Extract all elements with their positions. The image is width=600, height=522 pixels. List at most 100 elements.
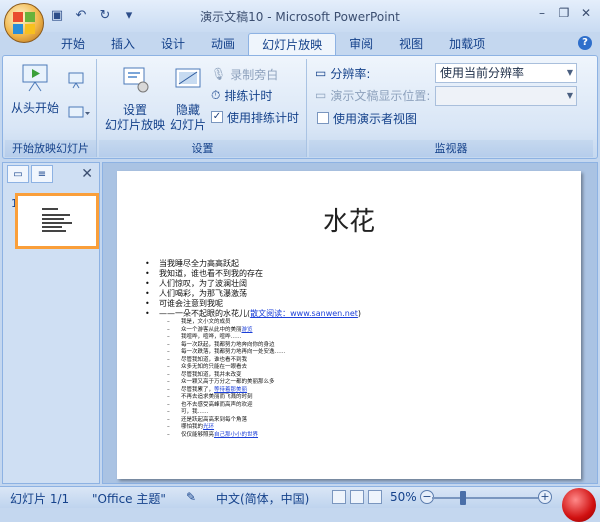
zoom-in-icon[interactable]: + — [538, 490, 552, 504]
sub-bullet-item: – 我是，文小文的成员 — [167, 319, 231, 325]
sub-bullet-item: – 还是跃起高高来到每个角落 — [167, 416, 248, 423]
outline-icon: ≡ — [37, 168, 47, 180]
hyperlink[interactable]: 散文阅读：www.sanwen.net — [250, 309, 358, 318]
current-slide-icon[interactable] — [67, 71, 85, 89]
tab-home[interactable]: 开始 — [48, 33, 98, 55]
minimize-button[interactable]: – — [532, 4, 552, 22]
hide-slide-icon — [175, 68, 201, 88]
chevron-down-icon: ▼ — [566, 68, 573, 77]
sub-bullet-item: – 尽管我知道，谁也看不到我 — [167, 356, 248, 363]
resolution-dropdown[interactable]: 使用当前分辨率 ▼ — [435, 63, 577, 83]
zoom-slider-track[interactable] — [432, 497, 538, 499]
rehearse-timings-button[interactable]: ⏱ 排练计时 — [211, 86, 272, 104]
sub-bullet-item: – 也不去感受高峰而高声的欢迎 — [167, 401, 253, 408]
sub-bullet-item: – 哪怕我的光环 — [167, 424, 215, 430]
clock-icon: ⏱ — [211, 87, 221, 102]
hide-slide-button[interactable]: 隐藏 幻灯片 — [163, 65, 213, 133]
use-rehearsed-timings-checkbox[interactable]: ✓ 使用排练计时 — [211, 108, 299, 126]
sub-bullet-item: – 可，我…… — [167, 409, 209, 415]
projector-screen-icon — [22, 64, 48, 92]
office-logo-icon — [13, 12, 35, 34]
slide-body[interactable]: • 当我睡尽全力高高跃起 • 我知道，谁也看不到我的存在 • 人们惊叹，为了波澜壮阔 … — [145, 259, 565, 439]
ribbon: 从头开始 开始放映幻灯片 设置 幻灯片放映 隐藏 幻灯片 🎙 录制旁白 ⏱ 排练… — [2, 55, 598, 159]
group-label-setup: 设置 — [99, 140, 306, 157]
checkbox-unchecked[interactable] — [317, 112, 329, 124]
close-button[interactable]: ✕ — [576, 4, 596, 22]
sub-bullet-item: – 每一次跃起，我都努力地奔向你的身边 — [167, 341, 275, 348]
group-label-monitors: 监视器 — [309, 140, 593, 157]
hyperlink[interactable]: 自己那小小的世界 — [214, 432, 258, 438]
group-start-slideshow: 从头开始 开始放映幻灯片 — [5, 59, 97, 157]
tab-insert[interactable]: 插入 — [98, 33, 148, 55]
sub-bullet-item: – 众一个游客从此中的美丽游览 — [167, 326, 253, 333]
tab-addins[interactable]: 加载项 — [436, 33, 498, 55]
setup-show-icon — [123, 67, 149, 93]
zoom-slider-thumb[interactable] — [460, 491, 466, 505]
window-controls: – ❐ ✕ — [532, 4, 596, 22]
tab-design[interactable]: 设计 — [148, 33, 198, 55]
hyperlink[interactable]: 等待着那美丽 — [214, 387, 247, 393]
slides-pane: ▭ ≡ ✕ 1 — [2, 162, 100, 484]
from-beginning-button[interactable]: 从头开始 — [9, 63, 61, 116]
sub-bullet-item: – 我喧哗，喧哗，喧哗…… — [167, 334, 242, 340]
bullet-item: • ——一朵不起眼的水花儿(散文阅读：www.sanwen.net) — [145, 309, 362, 318]
sub-bullet-item: – 仅仅能够照亮自己那小小的世界 — [167, 431, 259, 438]
presenter-view-checkbox[interactable]: 使用演示者视图 — [317, 109, 417, 127]
office-button[interactable] — [4, 3, 44, 43]
setup-slideshow-button[interactable]: 设置 幻灯片放映 — [103, 65, 167, 133]
slide-thumbnail[interactable] — [15, 193, 99, 249]
slide-title[interactable]: 水花 — [117, 201, 581, 238]
close-pane-icon[interactable]: ✕ — [81, 166, 93, 182]
chevron-down-icon: ▼ — [566, 91, 573, 100]
bullet-item: • 当我睡尽全力高高跃起 — [145, 259, 239, 268]
custom-show-icon[interactable] — [67, 105, 91, 123]
sub-bullet-item: – 众一颗又高于万分之一都的美丽那么多 — [167, 379, 275, 385]
maximize-button[interactable]: ❐ — [554, 4, 574, 22]
outline-tab[interactable]: ≡ — [31, 165, 53, 183]
show-on-dropdown[interactable]: ▼ — [435, 86, 577, 106]
slides-tab[interactable]: ▭ — [7, 165, 29, 183]
zoom-level[interactable]: 50% — [390, 490, 417, 504]
spellcheck-icon[interactable]: ✎ — [186, 490, 196, 504]
tab-animations[interactable]: 动画 — [198, 33, 248, 55]
slide-sorter-icon[interactable] — [350, 490, 364, 504]
bullet-item: • 我知道，谁也看不到我的存在 — [145, 269, 263, 278]
hyperlink[interactable]: 游览 — [242, 327, 253, 333]
slide-editing-area: 水花 • 当我睡尽全力高高跃起 • 我知道，谁也看不到我的存在 • 人们惊叹，为了波澜… — [102, 162, 598, 484]
slide-canvas[interactable]: 水花 • 当我睡尽全力高高跃起 • 我知道，谁也看不到我的存在 • 人们惊叹，为了波澜… — [117, 171, 581, 479]
sub-bullet-item: – 每一次跌落，我都努力地再向一处安逸…… — [167, 349, 286, 355]
theme-status: "Office 主题" — [92, 492, 166, 506]
microphone-icon: 🎙 — [211, 67, 227, 81]
sub-bullet-item: – 尽管我累了，等待着那美丽 — [167, 386, 248, 393]
tab-view[interactable]: 视图 — [386, 33, 436, 55]
group-setup: 设置 幻灯片放映 隐藏 幻灯片 🎙 录制旁白 ⏱ 排练计时 ✓ 使用排练计时 设… — [99, 59, 307, 157]
hyperlink[interactable]: 光环 — [203, 424, 214, 430]
sub-bullet-item: – 众多无知的只能在一眼看去 — [167, 364, 248, 370]
tab-review[interactable]: 审阅 — [336, 33, 386, 55]
slides-icon: ▭ — [13, 168, 23, 180]
bullet-item: • 可谁会注意到我呢 — [145, 299, 223, 308]
bullet-item: • 人们惊叹，为了波澜壮阔 — [145, 279, 247, 288]
normal-view-icon[interactable] — [332, 490, 346, 504]
group-label-start: 开始放映幻灯片 — [5, 140, 96, 157]
title-bar: ▣ ↶ ↻ ▾ 演示文稿10 - Microsoft PowerPoint – … — [0, 0, 600, 32]
sub-bullet-item: – 不再去追求美丽而飞溅的时刻 — [167, 394, 253, 400]
group-monitors: ▭ 分辨率: 使用当前分辨率 ▼ ▭ 演示文稿显示位置: ▼ 使用演示者视图 监… — [309, 59, 593, 157]
slide-count-status: 幻灯片 1/1 — [10, 492, 70, 506]
badge-icon — [562, 488, 596, 522]
checkbox-checked[interactable]: ✓ — [211, 111, 223, 123]
window-title: 演示文稿10 - Microsoft PowerPoint — [200, 10, 400, 24]
ribbon-tabs: 开始 插入 设计 动画 幻灯片放映 审阅 视图 加载项 — [48, 33, 498, 55]
resolution-label: ▭ 分辨率: — [315, 66, 371, 81]
language-status[interactable]: 中文(简体，中国) — [216, 490, 309, 507]
show-on-label: ▭ 演示文稿显示位置: — [315, 88, 431, 103]
bullet-item: • 人们喝彩，为那飞瀑激荡 — [145, 289, 247, 298]
monitor-icon: ▭ — [315, 88, 327, 102]
status-bar: 幻灯片 1/1 "Office 主题" ✎ 中文(简体，中国) 50% − + — [0, 486, 600, 508]
monitor-icon: ▭ — [315, 66, 327, 80]
tab-slideshow[interactable]: 幻灯片放映 — [248, 33, 337, 55]
help-icon[interactable]: ? — [578, 36, 592, 50]
slideshow-view-icon[interactable] — [368, 490, 382, 504]
thumbnail-content — [18, 196, 96, 246]
record-narration-button[interactable]: 🎙 录制旁白 — [211, 65, 278, 83]
